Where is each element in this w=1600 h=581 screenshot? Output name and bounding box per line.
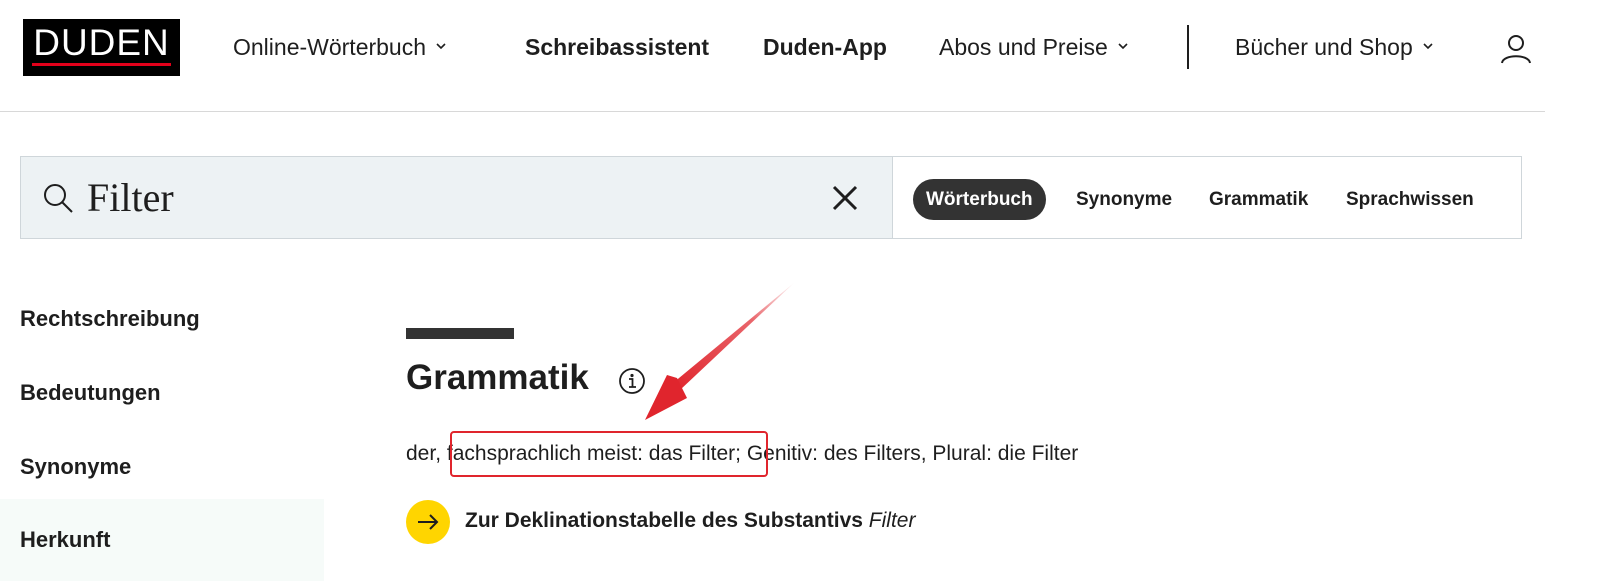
nav-schreibassistent[interactable]: Schreibassistent (525, 32, 709, 62)
nav-abos-und-preise[interactable]: Abos und Preise (939, 32, 1128, 62)
chevron-down-icon (436, 43, 446, 50)
tab-woerterbuch[interactable]: Wörterbuch (913, 179, 1046, 220)
chevron-down-icon (1423, 43, 1433, 50)
nav-label: Schreibassistent (525, 34, 710, 60)
section-title: Grammatik (406, 358, 589, 397)
search-bar: Wörterbuch Synonyme Grammatik Sprachwiss… (20, 156, 1522, 239)
nav-duden-app[interactable]: Duden-App (763, 32, 887, 62)
nav-buecher-und-shop[interactable]: Bücher und Shop (1235, 32, 1433, 62)
logo-underline (32, 63, 171, 66)
close-icon[interactable] (829, 182, 861, 214)
chevron-down-icon (1118, 43, 1128, 50)
sidebar-item-bedeutungen[interactable]: Bedeutungen (20, 380, 161, 406)
declension-link-term: Filter (868, 509, 916, 532)
annotation-arrow (645, 282, 795, 420)
user-icon[interactable] (1499, 32, 1533, 66)
nav-divider (1187, 25, 1189, 69)
arrow-right-icon (418, 514, 439, 530)
search-field-area (21, 157, 893, 238)
highlight-annotation-box (450, 431, 768, 477)
nav-online-woerterbuch[interactable]: Online-Wörterbuch (233, 32, 446, 62)
declension-table-link[interactable]: Zur Deklinationstabelle des Substantivs … (465, 509, 915, 533)
tab-synonyme[interactable]: Synonyme (1076, 179, 1172, 220)
site-header: DUDEN Online-Wörterbuch Schreibassistent… (0, 0, 1545, 112)
declension-arrow-button[interactable] (406, 500, 450, 544)
grammar-prefix: der, (406, 442, 447, 465)
sidebar-item-rechtschreibung[interactable]: Rechtschreibung (20, 306, 200, 332)
sidebar-item-synonyme[interactable]: Synonyme (20, 454, 131, 480)
tab-grammatik[interactable]: Grammatik (1209, 179, 1308, 220)
sidebar-item-herkunft[interactable]: Herkunft (20, 527, 110, 553)
tab-sprachwissen[interactable]: Sprachwissen (1346, 179, 1474, 220)
duden-logo[interactable]: DUDEN (23, 19, 180, 76)
logo-text: DUDEN (33, 22, 170, 63)
nav-label: Abos und Preise (939, 34, 1108, 60)
nav-label: Bücher und Shop (1235, 34, 1413, 60)
search-icon (44, 184, 73, 213)
nav-label: Duden-App (763, 34, 887, 60)
section-rule (406, 328, 514, 339)
declension-link-text: Zur Deklinationstabelle des Substantivs (465, 509, 869, 532)
search-input[interactable] (87, 173, 787, 221)
nav-label: Online-Wörterbuch (233, 34, 427, 60)
grammar-suffix: ; Genitiv: des Filters, Plural: die Filt… (735, 442, 1079, 465)
